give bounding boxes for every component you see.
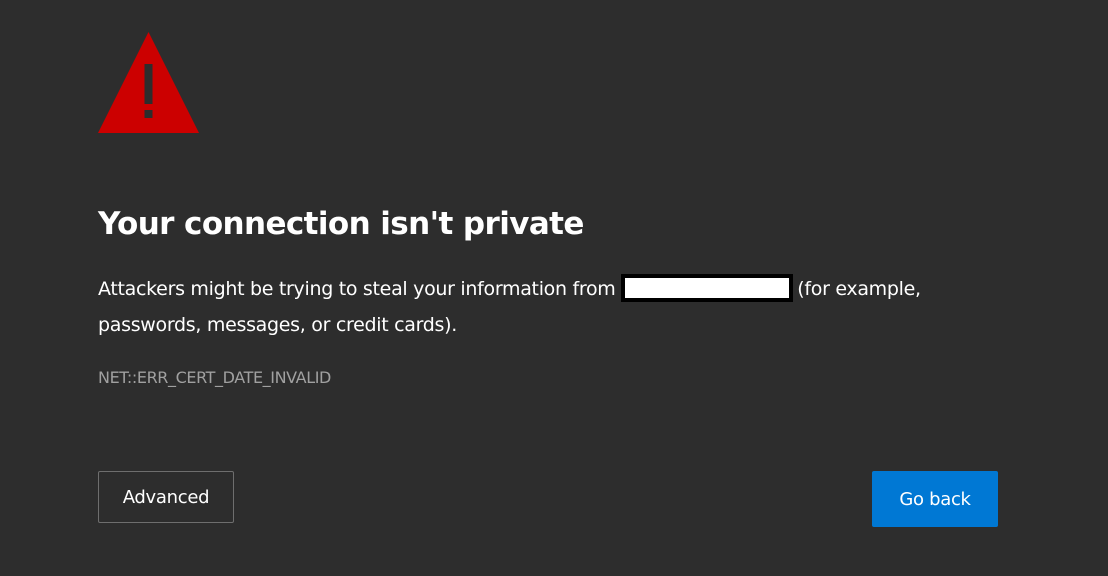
warning-exclamation-bar xyxy=(144,64,153,104)
page-title: Your connection isn't private xyxy=(98,206,584,242)
go-back-button[interactable]: Go back xyxy=(872,471,998,527)
warning-triangle-icon xyxy=(98,32,199,133)
advanced-button[interactable]: Advanced xyxy=(98,471,234,523)
warning-message-start: Attackers might be trying to steal your … xyxy=(98,278,616,300)
error-code: NET::ERR_CERT_DATE_INVALID xyxy=(98,368,331,387)
warning-exclamation-dot xyxy=(144,110,153,118)
warning-message: Attackers might be trying to steal your … xyxy=(98,271,938,343)
redacted-hostname xyxy=(621,273,794,302)
interstitial-page: Your connection isn't private Attackers … xyxy=(0,0,1108,576)
